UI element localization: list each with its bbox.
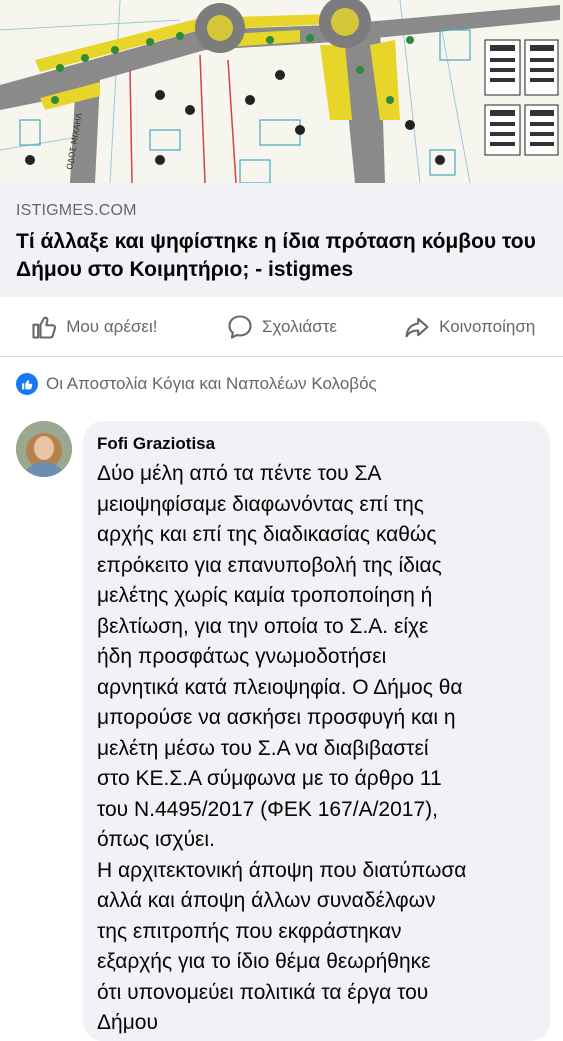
thumbs-up-icon <box>32 316 57 339</box>
comment-author[interactable]: Fofi Graziotisa <box>97 433 536 455</box>
reactions-text: Οι Αποστολία Κόγια και Ναπολέων Κολοβός <box>46 374 377 393</box>
share-icon <box>405 317 429 338</box>
link-preview-image[interactable]: ΟΔΟΣ ΜΙΧΑΗΛ <box>0 0 563 183</box>
like-button[interactable]: Μου αρέσει! <box>0 297 188 357</box>
site-plan-drawing: ΟΔΟΣ ΜΙΧΑΗΛ <box>0 0 563 183</box>
comment-text: Δύο μέλη από τα πέντε του ΣΑ μειοψηφίσαμ… <box>97 462 467 1034</box>
divider <box>0 356 563 357</box>
comment-icon <box>228 315 252 339</box>
comment-button[interactable]: Σχολιάστε <box>188 297 376 357</box>
comment-bubble[interactable]: Fofi Graziotisa Δύο μέλη από τα πέντε το… <box>83 421 550 1041</box>
share-label: Κοινοποίηση <box>439 317 536 336</box>
like-badge-icon <box>16 373 38 395</box>
profile-photo <box>16 421 72 477</box>
reactions-summary[interactable]: Οι Αποστολία Κόγια και Ναπολέων Κολοβός <box>16 373 377 395</box>
comment-label: Σχολιάστε <box>262 317 337 336</box>
link-domain: ISTIGMES.COM <box>16 202 137 219</box>
avatar[interactable] <box>16 421 72 477</box>
share-button[interactable]: Κοινοποίηση <box>375 297 563 357</box>
link-preview-meta[interactable]: ISTIGMES.COM Τί άλλαξε και ψηφίστηκε η ί… <box>0 183 563 297</box>
post-action-bar: Μου αρέσει! Σχολιάστε Κοινοποίηση <box>0 297 563 357</box>
link-title: Τί άλλαξε και ψηφίστηκε η ίδια πρόταση κ… <box>16 230 536 281</box>
like-label: Μου αρέσει! <box>66 317 158 336</box>
